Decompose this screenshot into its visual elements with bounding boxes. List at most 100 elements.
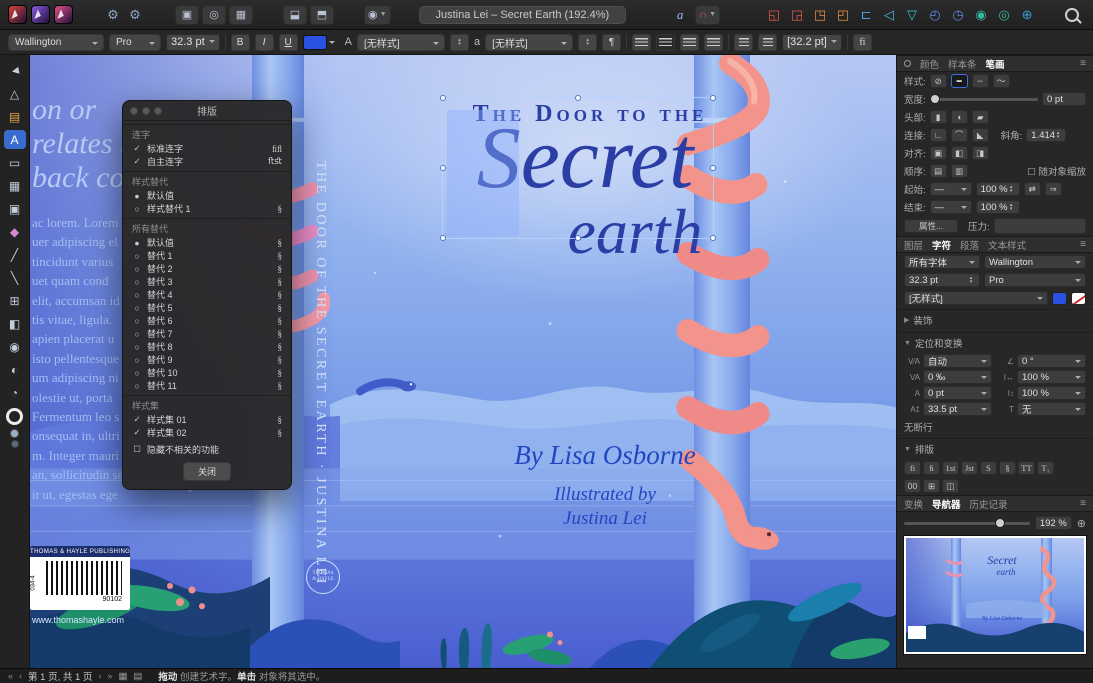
alternate-option[interactable]: ○替代 11§ bbox=[123, 379, 291, 392]
positioning-field[interactable]: ∠ 0 ° bbox=[998, 354, 1086, 368]
char-style-options-button[interactable] bbox=[450, 34, 469, 51]
alternate-option[interactable]: ○替代 9§ bbox=[123, 353, 291, 366]
move-tool[interactable]: ▲ bbox=[4, 61, 26, 80]
pressure-profile-field[interactable] bbox=[994, 218, 1086, 234]
alternate-option[interactable]: ○替代 7§ bbox=[123, 327, 291, 340]
cover-illustrator-credit[interactable]: Illustrated by Justina Lei bbox=[455, 483, 755, 531]
para-style-select[interactable]: [无样式] bbox=[485, 34, 573, 51]
scale-with-object-checkbox[interactable]: ☐ 随对象缩放 bbox=[1027, 164, 1086, 178]
order-back-icon[interactable]: ◰ bbox=[833, 5, 853, 25]
publisher-website[interactable]: www.thomashayle.com bbox=[32, 615, 124, 625]
opentype-feature-button[interactable]: Jst bbox=[961, 461, 978, 475]
rotate-ccw-icon[interactable]: ◴ bbox=[925, 5, 945, 25]
positioning-header[interactable]: ▼ 定位和变换 bbox=[897, 332, 1093, 353]
butt-cap-button[interactable]: ▮ bbox=[930, 110, 947, 124]
barcode-block[interactable]: THOMAS & HAYLE PUBLISHING 90102 034-4 bbox=[30, 546, 130, 610]
para-style-options-button[interactable] bbox=[578, 34, 597, 51]
ligature-option[interactable]: ✓自主连字ﬅﬆ bbox=[123, 155, 291, 168]
panel-tab[interactable]: 颜色 bbox=[920, 57, 939, 71]
char-font-size-field[interactable]: 32.3 pt bbox=[904, 273, 980, 287]
hide-unrelated-checkbox[interactable]: ☐ 隐藏不相关的功能 bbox=[123, 443, 291, 456]
char-style-select[interactable]: [无样式] bbox=[357, 34, 445, 51]
selection-handle[interactable] bbox=[440, 235, 446, 241]
photo-app-icon[interactable] bbox=[31, 5, 50, 24]
shape-tool[interactable]: ◆ bbox=[4, 222, 26, 241]
panel-tab[interactable]: 文本样式 bbox=[988, 238, 1026, 252]
alternate-option[interactable]: ○替代 5§ bbox=[123, 301, 291, 314]
ungroup-icon[interactable]: ◎ bbox=[994, 5, 1014, 25]
publisher-logo[interactable]: THOMAS & HAYLE bbox=[306, 560, 340, 594]
bold-button[interactable]: B bbox=[231, 34, 250, 51]
dashed-stroke-button[interactable]: ╌ bbox=[972, 74, 989, 88]
close-button[interactable]: 关闭 bbox=[183, 462, 231, 481]
align-inside-stroke-button[interactable]: ◧ bbox=[951, 146, 968, 160]
secondary-color-well[interactable] bbox=[11, 440, 19, 448]
node-tool[interactable]: △ bbox=[4, 84, 26, 103]
alternate-option[interactable]: ○替代 3§ bbox=[123, 275, 291, 288]
positioning-field[interactable]: I↔ 100 % bbox=[998, 370, 1086, 384]
alternate-option[interactable]: ○替代 6§ bbox=[123, 314, 291, 327]
publisher-app-icon[interactable] bbox=[8, 5, 27, 24]
italic-button[interactable]: I bbox=[255, 34, 274, 51]
art-text-icon[interactable]: a bbox=[670, 5, 690, 25]
zoom-slider-knob[interactable] bbox=[995, 518, 1005, 528]
align-center-stroke-button[interactable]: ▣ bbox=[930, 146, 947, 160]
opentype-feature-button[interactable]: ⊞ bbox=[923, 479, 940, 493]
panel-tab[interactable]: 变换 bbox=[904, 497, 923, 511]
typography-dialog-titlebar[interactable]: 排版 bbox=[123, 101, 291, 121]
next-page-button[interactable]: › bbox=[98, 671, 101, 681]
zoom-value-field[interactable]: 192 % bbox=[1035, 516, 1072, 530]
alternate-option[interactable]: ●默认值§ bbox=[123, 236, 291, 249]
picture-frame-tool[interactable]: ▣ bbox=[4, 199, 26, 218]
stroke-width-field[interactable]: 0 pt bbox=[1042, 92, 1086, 106]
underline-button[interactable]: U bbox=[279, 34, 298, 51]
stroke-front-button[interactable]: ▥ bbox=[951, 164, 968, 178]
selection-handle[interactable] bbox=[710, 165, 716, 171]
panel-tab[interactable]: 字符 bbox=[932, 238, 951, 252]
last-page-button[interactable]: » bbox=[107, 671, 112, 681]
selection-handle[interactable] bbox=[440, 95, 446, 101]
cover-byline[interactable]: By Lisa Osborne bbox=[455, 440, 755, 471]
preferences-gear-icon[interactable]: ⚙ bbox=[103, 5, 123, 25]
navigator-thumbnail[interactable]: Secret earth By Lisa Osborne bbox=[904, 536, 1086, 654]
round-join-button[interactable]: ⌒ bbox=[951, 128, 968, 142]
panel-tab[interactable]: 导航器 bbox=[932, 497, 961, 511]
group-icon[interactable]: ◉ bbox=[971, 5, 991, 25]
swap-arrows-button[interactable]: ⇄ bbox=[1024, 182, 1041, 196]
miter-field[interactable]: 1.414 bbox=[1026, 128, 1066, 142]
char-font-weight-select[interactable]: Pro bbox=[984, 273, 1086, 287]
panel-dot-icon[interactable] bbox=[904, 60, 911, 67]
fill-color-well[interactable] bbox=[10, 429, 19, 438]
style-alternate-option[interactable]: ●默认值 bbox=[123, 189, 291, 202]
no-stroke-button[interactable]: ⊘ bbox=[930, 74, 947, 88]
alternate-option[interactable]: ○替代 4§ bbox=[123, 288, 291, 301]
positioning-field[interactable]: V⁄A 自动 bbox=[904, 354, 992, 368]
start-arrow-select[interactable]: — bbox=[930, 182, 972, 196]
round-cap-button[interactable]: ◖ bbox=[951, 110, 968, 124]
insert-behind-button[interactable]: ⬒ bbox=[310, 5, 334, 25]
panel-menu-icon[interactable]: ≡ bbox=[1080, 239, 1086, 250]
rotate-cw-icon[interactable]: ◷ bbox=[948, 5, 968, 25]
brush-stroke-button[interactable]: 〜 bbox=[993, 74, 1010, 88]
order-forward-icon[interactable]: ◲ bbox=[787, 5, 807, 25]
char-font-family-select[interactable]: Wallington bbox=[984, 255, 1086, 269]
align-outside-stroke-button[interactable]: ◨ bbox=[972, 146, 989, 160]
insert-inside-button[interactable]: ⬓ bbox=[283, 5, 307, 25]
panel-tab[interactable]: 样本条 bbox=[948, 57, 977, 71]
text-color-swatch[interactable] bbox=[303, 35, 327, 50]
apply-arrow-button[interactable]: ⇒ bbox=[1045, 182, 1062, 196]
color-picker-tool[interactable]: ◉ bbox=[4, 337, 26, 356]
style-alternate-option[interactable]: ○样式替代 1§ bbox=[123, 202, 291, 215]
spread-view-icon[interactable]: ▤ bbox=[133, 671, 142, 682]
char-stroke-color-chip[interactable] bbox=[1071, 292, 1086, 305]
zoom-window-icon[interactable] bbox=[154, 107, 162, 115]
designer-app-icon[interactable] bbox=[54, 5, 73, 24]
end-arrow-select[interactable]: — bbox=[930, 200, 972, 214]
end-scale-field[interactable]: 100 % bbox=[976, 200, 1020, 214]
opentype-feature-button[interactable]: § bbox=[999, 461, 1016, 475]
selection-handle[interactable] bbox=[575, 95, 581, 101]
panel-menu-icon[interactable]: ≡ bbox=[1080, 58, 1086, 69]
panel-tab[interactable]: 段落 bbox=[960, 238, 979, 252]
opentype-feature-button[interactable]: ﬁ bbox=[923, 461, 940, 475]
insert-target-icon[interactable]: ⊕ bbox=[1017, 5, 1037, 25]
